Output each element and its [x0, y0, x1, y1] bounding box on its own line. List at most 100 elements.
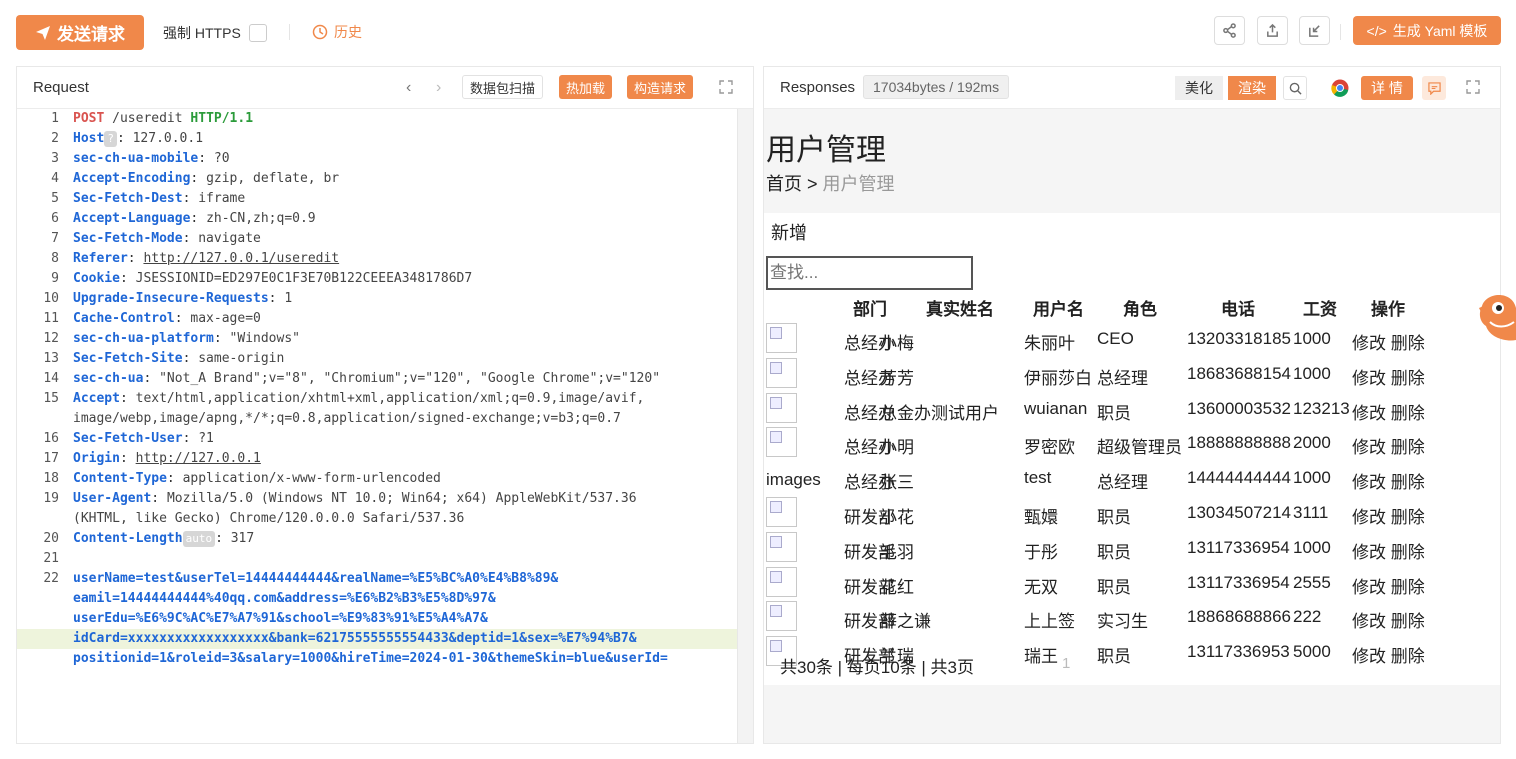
cell-user: 无双 — [1024, 577, 1058, 597]
share-icon — [1223, 23, 1236, 38]
row-actions[interactable]: 修改 删除 — [1352, 642, 1425, 667]
header-key: Sec-Fetch-Dest — [73, 191, 183, 206]
cell-phone: 18868688866 — [1187, 607, 1292, 627]
header-key: Accept — [73, 391, 120, 406]
cell-name: 花红 — [880, 577, 914, 597]
cell-user: 于彤 — [1024, 542, 1058, 562]
share-button[interactable] — [1214, 16, 1245, 45]
body-line: userEdu=%E6%9C%AC%E7%A7%91&school=%E9%83… — [73, 611, 488, 626]
force-https-toggle[interactable]: 强制 HTTPS — [163, 23, 267, 43]
header-key: sec-ch-ua — [73, 371, 144, 386]
row-actions[interactable]: 修改 删除 — [1352, 399, 1425, 424]
request-editor[interactable]: 1 2 3 4 5 6 7 8 9 10 11 12 13 14 15 16 17 18 19 20 21 22 POST… — [17, 109, 753, 743]
host-tag: ? — [104, 131, 117, 147]
cell-user: 朱丽叶 — [1024, 334, 1075, 353]
import-button[interactable] — [1299, 16, 1330, 45]
column-header: 工资 — [1303, 300, 1337, 319]
cell-role: 职员 — [1097, 508, 1131, 527]
breadcrumb-home[interactable]: 首页 — [766, 174, 802, 194]
beautify-button[interactable]: 美化 — [1175, 76, 1223, 100]
avatar — [766, 323, 797, 353]
row-actions[interactable]: 修改 删除 — [1352, 364, 1425, 389]
divider — [289, 24, 290, 40]
table-row: 总经办 小明 罗密欧 超级管理员 18888888888 2000 修改 删除 — [764, 427, 1500, 461]
line-number: 13 — [43, 351, 59, 366]
row-actions[interactable]: 修改 删除 — [1352, 607, 1425, 632]
force-https-checkbox[interactable] — [248, 24, 267, 42]
add-button[interactable]: 新增 — [771, 219, 807, 245]
export-button[interactable] — [1257, 16, 1288, 45]
cell-name: 毛羽 — [880, 542, 914, 562]
header-key: Origin — [73, 451, 120, 466]
comment-button[interactable] — [1422, 76, 1446, 100]
response-size-badge: 17034bytes / 192ms — [863, 75, 1010, 99]
history-button[interactable]: 历史 — [312, 22, 362, 42]
header-key: Cache-Control — [73, 311, 175, 326]
cell-phone: 18683688154 — [1187, 363, 1292, 383]
clock-icon — [312, 24, 328, 40]
build-request-button[interactable]: 构造请求 — [627, 75, 694, 99]
cell-name: 小花 — [880, 508, 914, 527]
line-number: 17 — [43, 451, 59, 466]
line-number: 9 — [51, 271, 59, 286]
header-value: navigate — [198, 231, 261, 246]
cell-phone: 14444444444 — [1187, 468, 1292, 488]
cell-name: 芳芳 — [880, 368, 914, 388]
row-actions[interactable]: 修改 删除 — [1352, 573, 1425, 598]
hot-load-button[interactable]: 热加载 — [559, 75, 613, 99]
row-actions[interactable]: 修改 删除 — [1352, 468, 1425, 493]
render-button[interactable]: 渲染 — [1228, 76, 1276, 100]
cell-user: wuianan — [1024, 398, 1088, 418]
line-number: 18 — [43, 471, 59, 486]
referer-link[interactable]: http://127.0.0.1/useredit — [143, 251, 339, 266]
page-title: 用户管理 — [766, 134, 886, 167]
expand-icon[interactable] — [719, 80, 733, 94]
chrome-icon[interactable] — [1331, 79, 1349, 97]
expand-icon[interactable] — [1466, 80, 1480, 94]
search-input[interactable] — [766, 256, 973, 290]
send-request-button[interactable]: 发送请求 — [16, 15, 144, 50]
pagination-page[interactable]: 1 — [1062, 655, 1070, 672]
row-actions[interactable]: 修改 删除 — [1352, 433, 1425, 458]
request-title: Request — [33, 79, 89, 96]
cell-salary: 1000 — [1293, 329, 1331, 348]
row-actions[interactable]: 修改 删除 — [1352, 538, 1425, 563]
cell-role: 职员 — [1097, 403, 1131, 423]
prev-arrow-icon[interactable]: ‹ — [406, 79, 411, 97]
generate-yaml-label: 生成 Yaml 模板 — [1392, 22, 1488, 39]
cell-name: 张三 — [880, 473, 914, 493]
force-https-label: 强制 HTTPS — [163, 25, 241, 41]
breadcrumb: 首页 > 用户管理 — [766, 170, 895, 196]
line-number: 6 — [51, 211, 59, 226]
table-row: images 总经办 张三 test 总经理 14444444444 1000 修改 删除 — [764, 462, 1500, 496]
row-actions[interactable]: 修改 删除 — [1352, 503, 1425, 528]
import-icon — [1309, 25, 1320, 37]
column-header: 真实姓名 — [926, 300, 994, 319]
row-actions[interactable]: 修改 删除 — [1352, 329, 1425, 354]
search-button[interactable] — [1283, 76, 1307, 100]
cell-salary: 1000 — [1293, 537, 1331, 557]
breadcrumb-separator: > — [807, 174, 818, 194]
cell-name: 小梅 — [880, 334, 914, 353]
editor-scrollbar[interactable] — [737, 109, 753, 743]
header-key: sec-ch-ua-mobile — [73, 151, 199, 166]
generate-yaml-button[interactable]: </> 生成 Yaml 模板 — [1353, 16, 1501, 45]
header-value: same-origin — [198, 351, 285, 366]
cell-user: 甄嬛 — [1024, 508, 1058, 527]
line-number: 22 — [43, 571, 59, 586]
header-key: Cookie — [73, 271, 120, 286]
packet-scan-button[interactable]: 数据包扫描 — [462, 75, 544, 99]
detail-button[interactable]: 详 情 — [1361, 76, 1413, 100]
origin-link[interactable]: http://127.0.0.1 — [136, 451, 261, 466]
avatar — [766, 601, 797, 632]
code-area[interactable]: POST /useredit HTTP/1.1 Host?: 127.0.0.1… — [17, 109, 737, 743]
column-header: 用户名 — [1033, 300, 1084, 319]
next-arrow-icon[interactable]: › — [436, 79, 441, 97]
response-panel: Responses 17034bytes / 192ms 美化 渲染 详 情 用… — [763, 66, 1501, 744]
avatar — [766, 531, 797, 562]
line-number: 14 — [43, 371, 59, 386]
header-value: application/x-www-form-urlencoded — [182, 471, 441, 486]
line-number: 19 — [43, 491, 59, 506]
header-value: JSESSIONID=ED297E0C1F3E70B122CEEEA348178… — [135, 271, 473, 286]
body-line: positionid=1&roleid=3&salary=1000&hireTi… — [73, 651, 668, 666]
